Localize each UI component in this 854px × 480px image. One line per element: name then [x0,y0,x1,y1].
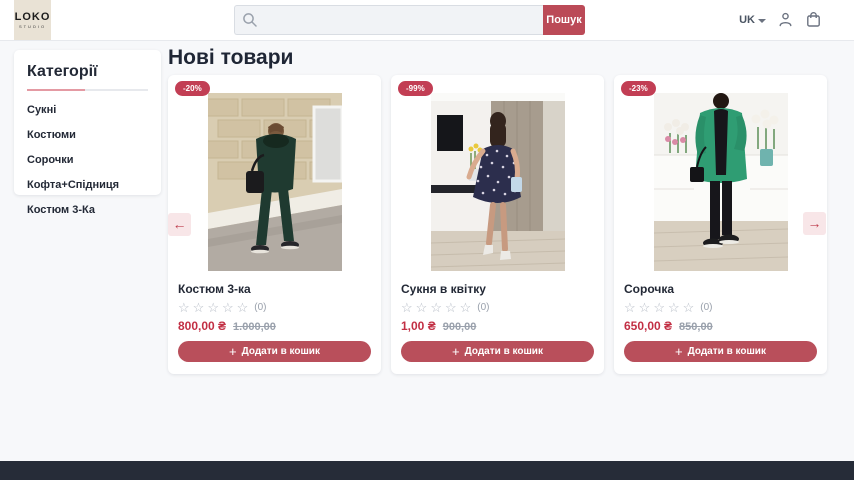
sidebar-item-kostium-3ka[interactable]: Костюм 3-Ка [27,204,148,216]
old-price: 1.000,00 [233,321,276,333]
header: LOKO STUDIO Пошук UK [0,0,854,41]
add-to-cart-label: Додати в кошик [688,346,766,357]
product-card: -23% [614,75,827,374]
star-icon: ☆ [460,301,472,314]
search-button[interactable]: Пошук [543,5,585,35]
plus-icon: + [675,345,683,358]
logo-subtitle: STUDIO [19,24,46,29]
rating: ☆ ☆ ☆ ☆ ☆ (0) [178,301,371,314]
star-icon: ☆ [416,301,428,314]
star-icon: ☆ [207,301,219,314]
sidebar-divider [27,89,148,91]
product-title[interactable]: Сорочка [624,282,817,296]
user-account-icon[interactable] [777,11,794,28]
star-icon: ☆ [639,301,651,314]
sidebar-item-kofta-spidnytsia[interactable]: Кофта+Спідниця [27,179,148,191]
product-card: -99% [391,75,604,374]
discount-badge: -99% [398,81,433,96]
product-card: -20% [168,75,381,374]
sidebar-item-sorochky[interactable]: Сорочки [27,154,148,166]
rating: ☆ ☆ ☆ ☆ ☆ (0) [624,301,817,314]
language-code: UK [739,14,755,26]
search-icon [242,12,258,28]
star-icon: ☆ [668,301,680,314]
price-row: 1,00 ₴ 900,00 [401,319,594,333]
rating: ☆ ☆ ☆ ☆ ☆ (0) [401,301,594,314]
star-icon: ☆ [222,301,234,314]
search-input[interactable] [234,5,543,35]
content-area: Категорії Сукні Костюми Сорочки Кофта+Сп… [0,41,854,461]
cart-bag-icon[interactable] [805,11,822,28]
carousel-prev-button[interactable]: ← [168,213,191,236]
plus-icon: + [452,345,460,358]
product-title[interactable]: Костюм 3-ка [178,282,371,296]
product-image[interactable] [431,93,565,271]
discount-badge: -20% [175,81,210,96]
language-selector[interactable]: UK [739,14,766,26]
star-icon: ☆ [624,301,636,314]
current-price: 650,00 ₴ [624,319,672,333]
product-title[interactable]: Сукня в квітку [401,282,594,296]
rating-count: (0) [254,302,266,313]
add-to-cart-button[interactable]: + Додати в кошик [178,341,371,362]
new-products-carousel: -20% [168,75,828,374]
logo[interactable]: LOKO STUDIO [14,0,51,40]
add-to-cart-button[interactable]: + Додати в кошик [624,341,817,362]
star-icon: ☆ [653,301,665,314]
carousel-next-button[interactable]: → [803,212,826,235]
star-icon: ☆ [445,301,457,314]
footer [0,461,854,480]
rating-count: (0) [700,302,712,313]
categories-sidebar: Категорії Сукні Костюми Сорочки Кофта+Сп… [14,50,161,195]
product-image[interactable] [208,93,342,271]
current-price: 1,00 ₴ [401,319,436,333]
add-to-cart-label: Додати в кошик [242,346,320,357]
search-bar: Пошук [234,5,585,35]
star-icon: ☆ [401,301,413,314]
page-title: Нові товари [168,47,840,68]
sidebar-title: Категорії [27,63,148,81]
arrow-right-icon: → [808,215,822,231]
star-icon: ☆ [237,301,249,314]
star-icon: ☆ [178,301,190,314]
sidebar-item-sukni[interactable]: Сукні [27,104,148,116]
star-icon: ☆ [193,301,205,314]
star-icon: ☆ [430,301,442,314]
add-to-cart-label: Додати в кошик [465,346,543,357]
old-price: 850,00 [679,321,713,333]
old-price: 900,00 [443,321,477,333]
price-row: 800,00 ₴ 1.000,00 [178,319,371,333]
price-row: 650,00 ₴ 850,00 [624,319,817,333]
discount-badge: -23% [621,81,656,96]
add-to-cart-button[interactable]: + Додати в кошик [401,341,594,362]
header-actions: UK [739,11,822,28]
product-image[interactable] [654,93,788,271]
chevron-down-icon [758,19,766,23]
current-price: 800,00 ₴ [178,319,226,333]
rating-count: (0) [477,302,489,313]
star-icon: ☆ [683,301,695,314]
plus-icon: + [229,345,237,358]
logo-title: LOKO [15,11,51,23]
main-section: Нові товари -20% [168,47,840,374]
arrow-left-icon: ← [173,216,187,232]
sidebar-item-kostiumy[interactable]: Костюми [27,129,148,141]
